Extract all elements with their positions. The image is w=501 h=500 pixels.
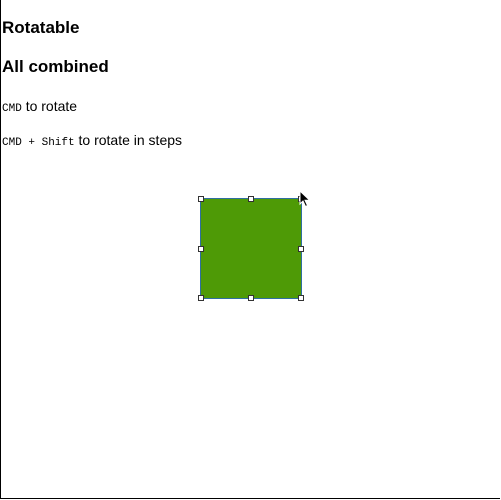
hint-text: to rotate in steps: [74, 132, 183, 148]
resize-handle-middle-right[interactable]: [298, 246, 304, 252]
hint-text: to rotate: [21, 98, 78, 114]
resize-handle-top-left[interactable]: [198, 196, 204, 202]
resize-handle-bottom-middle[interactable]: [248, 295, 254, 301]
shortcut-key: CMD + Shift: [2, 137, 75, 149]
rotatable-box[interactable]: [200, 198, 302, 299]
resize-handle-middle-left[interactable]: [198, 246, 204, 252]
arrow-cursor-icon: [299, 190, 311, 208]
hint-rotate-steps: CMD + Shift to rotate in steps: [2, 131, 182, 152]
resize-handle-bottom-left[interactable]: [198, 295, 204, 301]
resize-handle-top-middle[interactable]: [248, 196, 254, 202]
section-title: All combined: [2, 57, 109, 76]
page-title: Rotatable: [2, 18, 80, 37]
shortcut-key: CMD: [2, 103, 22, 115]
resize-handle-bottom-right[interactable]: [298, 295, 304, 301]
hint-rotate: CMD to rotate: [2, 97, 77, 118]
